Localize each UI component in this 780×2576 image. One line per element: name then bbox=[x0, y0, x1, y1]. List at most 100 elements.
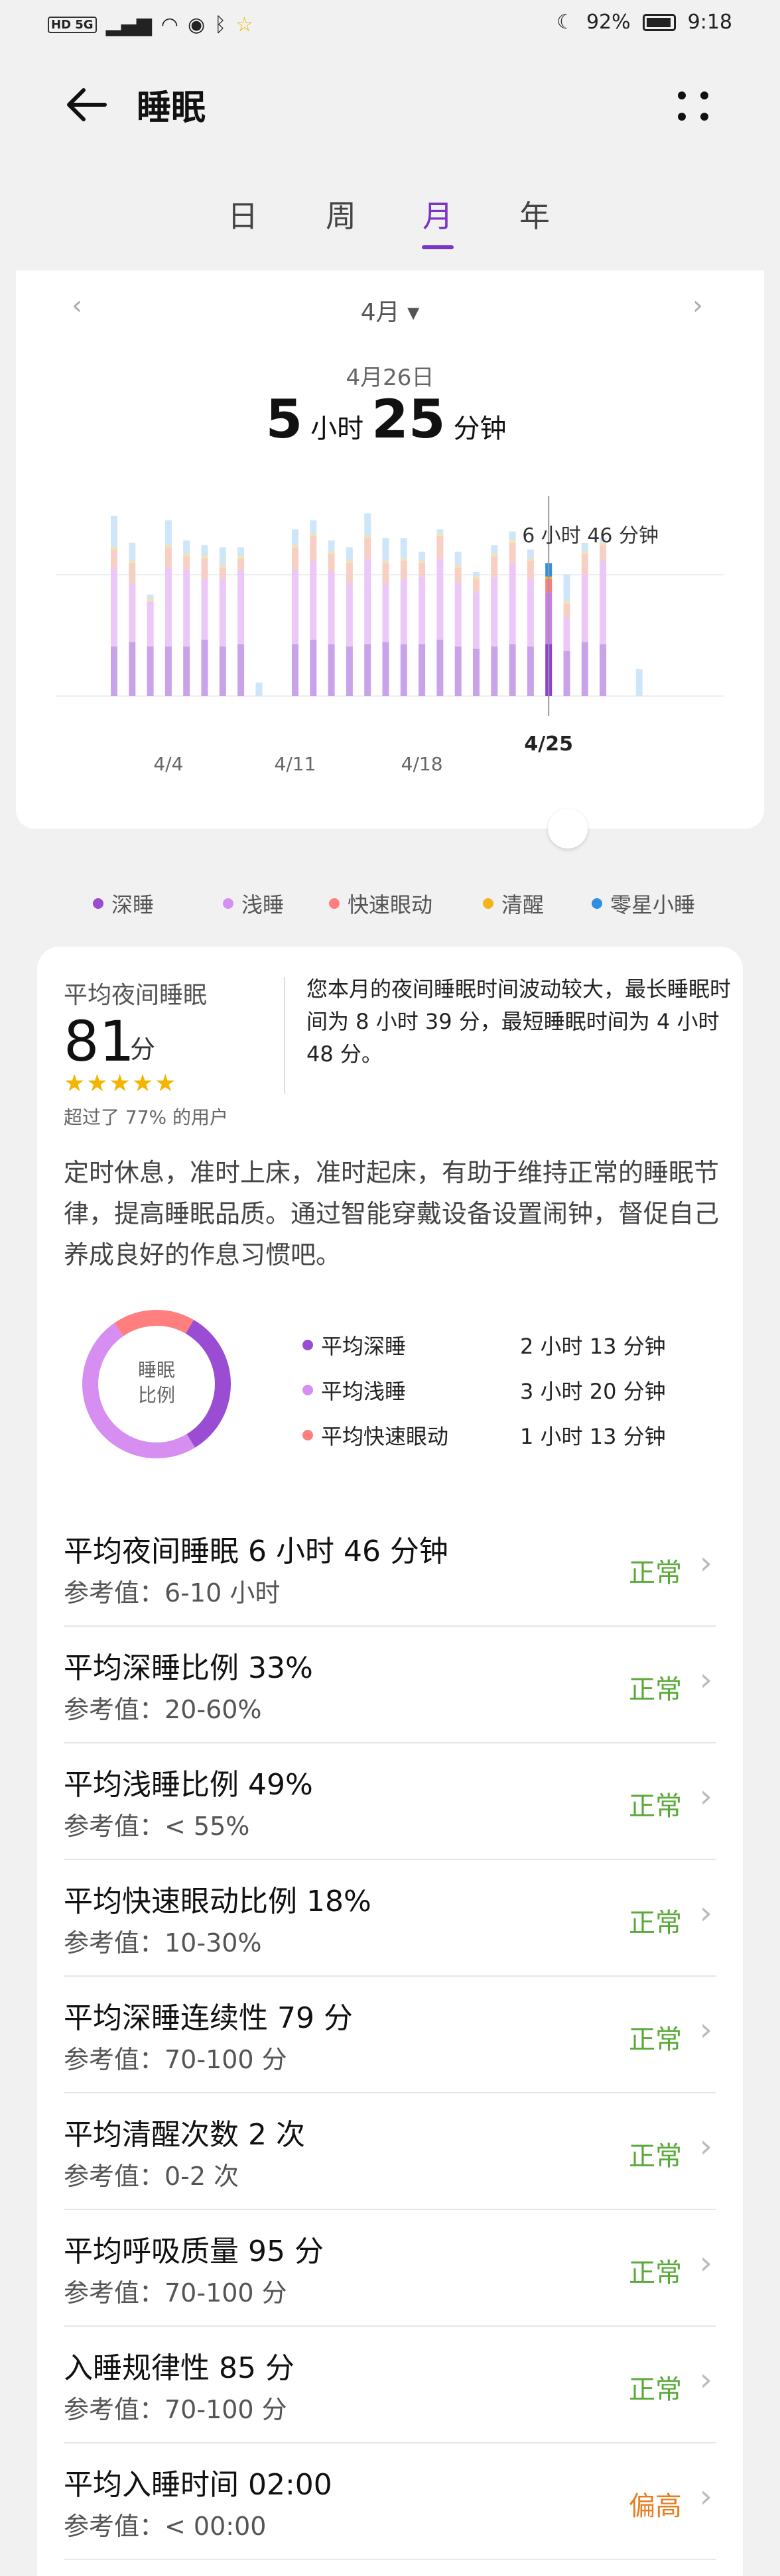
metric-reference: 参考值：6-10 小时 bbox=[64, 1578, 281, 1608]
bluetooth-icon: ᛒ bbox=[214, 13, 227, 36]
x-tick-label: 4/18 bbox=[401, 753, 443, 775]
legend-dot bbox=[483, 898, 493, 909]
battery-icon bbox=[642, 13, 676, 31]
chart-card: ‹ 4月 ▾ › 4月26日 5 小时 25 分钟 6 小时 46 分钟 4/25 4/4… bbox=[16, 270, 764, 829]
chart-bar-segment bbox=[164, 646, 172, 696]
percentile-text: 超过了 77% 的用户 bbox=[64, 1106, 229, 1128]
chart-bar-segment bbox=[237, 558, 245, 570]
chart-bar-segment bbox=[581, 574, 588, 642]
chart-bar-segment bbox=[400, 558, 407, 561]
chart-bar-segment bbox=[491, 545, 498, 554]
chart-bar-segment bbox=[419, 644, 426, 696]
ratio-label: 平均快速眼动 bbox=[321, 1424, 449, 1449]
next-month-button[interactable]: › bbox=[692, 290, 703, 321]
chart-bar-segment bbox=[310, 640, 317, 696]
month-selector[interactable]: 4月 ▾ bbox=[16, 293, 764, 327]
chart-bar-segment bbox=[328, 644, 335, 696]
ratio-dot bbox=[302, 1340, 313, 1350]
selected-date: 4月26日 bbox=[346, 365, 434, 391]
back-button[interactable] bbox=[64, 85, 110, 125]
metric-row[interactable]: 平均呼吸质量 95 分参考值：70-100 分 正常 › bbox=[64, 2210, 716, 2327]
clock: 9:18 bbox=[687, 11, 732, 34]
chart-bar-segment bbox=[183, 554, 190, 557]
chart-bar-segment bbox=[111, 567, 117, 647]
chart-bar-segment bbox=[328, 572, 335, 644]
chart-bar-segment bbox=[219, 567, 226, 579]
chart-bar-segment bbox=[219, 646, 226, 696]
metric-row[interactable]: 平均深睡连续性 79 分参考值：70-100 分 正常 › bbox=[64, 1977, 716, 2093]
chart-bar-segment bbox=[328, 554, 335, 572]
chart-bar-segment bbox=[111, 646, 117, 696]
legend-label: 深睡 bbox=[111, 892, 155, 917]
metric-row[interactable]: 平均深睡比例 33% 参考值：20-60% 正常 › bbox=[64, 1627, 716, 1743]
metric-reference: 参考值：< 00:00 bbox=[64, 2512, 267, 2541]
battery-percent: 92% bbox=[586, 11, 631, 34]
tab-indicator bbox=[422, 245, 454, 249]
minutes-unit: 分钟 bbox=[453, 414, 507, 444]
metric-row[interactable]: 平均快速眼动比例 18% 参考值：10-30% 正常 › bbox=[64, 1860, 716, 1977]
metric-row[interactable]: 入睡规律性 85 分参考值：70-100 分 正常 › bbox=[64, 2327, 716, 2443]
network-indicator: HD 5G bbox=[48, 17, 97, 33]
chart-bar-segment bbox=[201, 558, 208, 579]
more-button[interactable] bbox=[670, 82, 716, 129]
app-bar: 睡眠 bbox=[0, 50, 780, 156]
chart-bar-segment bbox=[219, 547, 226, 565]
summary-card: 平均夜间睡眠 81 分 ★★★★★ 超过了 77% 的用户 您本月的夜间睡眠时间… bbox=[37, 947, 743, 2576]
star-rating: ★★★★★ bbox=[64, 1070, 178, 1097]
signal-icon: ▂▄▆ bbox=[105, 13, 152, 36]
chevron-right-icon: › bbox=[699, 1778, 712, 1815]
chart-bar-segment bbox=[129, 542, 136, 561]
chart-bar-segment bbox=[509, 531, 516, 541]
chart-bar-segment bbox=[473, 576, 480, 579]
chart-bar-segment bbox=[364, 558, 371, 644]
tab-day[interactable]: 日 bbox=[216, 192, 269, 236]
chart-bar-segment bbox=[237, 644, 245, 696]
chart-bar-segment bbox=[382, 563, 389, 583]
chart-bar-segment bbox=[563, 601, 570, 604]
ratio-value-rem: 1 小时 13 分钟 bbox=[520, 1424, 666, 1449]
metric-row[interactable]: 平均夜间睡眠 6 小时 46 分钟 参考值：6-10 小时 正常 › bbox=[64, 1510, 716, 1627]
metric-reference: 参考值：20-60% bbox=[64, 1695, 262, 1724]
chart-bar-segment bbox=[527, 561, 534, 579]
metric-title: 平均浅睡比例 49% bbox=[64, 1768, 313, 1802]
tab-year[interactable]: 年 bbox=[508, 192, 561, 236]
ratio-value-light: 3 小时 20 分钟 bbox=[520, 1379, 666, 1404]
chart-bar-segment bbox=[364, 536, 371, 538]
selected-duration: 5 小时 25 分钟 bbox=[16, 388, 764, 450]
chart-bar-segment bbox=[310, 536, 317, 561]
metric-title: 平均清醒次数 2 次 bbox=[64, 2118, 305, 2152]
status-right: ☾ 92% 9:18 bbox=[556, 11, 732, 34]
tab-month[interactable]: 月 bbox=[411, 192, 464, 236]
chart-bar-segment bbox=[219, 565, 226, 568]
sleep-bar-chart[interactable]: 6 小时 46 分钟 4/25 4/4 4/11 4/18 bbox=[16, 483, 764, 801]
chart-bar-segment bbox=[346, 561, 353, 563]
legend-dot bbox=[223, 898, 233, 909]
chart-bar-segment bbox=[436, 640, 444, 696]
metric-row[interactable]: 平均浅睡比例 49% 参考值：< 55% 正常 › bbox=[64, 1743, 716, 1860]
metric-status: 正常 bbox=[629, 2258, 682, 2288]
metric-status: 偏高 bbox=[629, 2491, 682, 2522]
x-tick-label: 4/11 bbox=[275, 753, 316, 775]
chart-bar-segment bbox=[454, 646, 462, 696]
metric-row[interactable]: 平均入睡时间 02:00 参考值：< 00:00 偏高 › bbox=[64, 2443, 716, 2560]
chart-bar-segment bbox=[292, 569, 298, 644]
ratio-item-rem: 平均快速眼动 bbox=[302, 1420, 448, 1450]
metric-title: 入睡规律性 85 分 bbox=[64, 2351, 294, 2385]
tab-week[interactable]: 周 bbox=[314, 192, 367, 236]
chart-bar-segment bbox=[147, 599, 154, 602]
metric-row[interactable]: 平均清醒次数 2 次参考值：0-2 次 正常 › bbox=[64, 2093, 716, 2210]
highlight-date-label: 4/25 bbox=[524, 732, 573, 756]
chart-bar-segment bbox=[111, 547, 117, 550]
legend-dot bbox=[93, 898, 103, 909]
chart-bar-segment bbox=[183, 646, 190, 696]
sleep-score-unit: 分 bbox=[130, 1035, 156, 1064]
chart-scrubber-handle[interactable] bbox=[548, 809, 588, 849]
metric-title: 平均夜间睡眠 6 小时 46 分钟 bbox=[64, 1535, 448, 1568]
chart-bar-segment bbox=[581, 642, 588, 696]
chart-bar-segment bbox=[382, 561, 389, 563]
metric-reference: 参考值：70-100 分 bbox=[64, 2278, 287, 2308]
more-dots-icon bbox=[678, 91, 708, 121]
status-left: HD 5G ▂▄▆ ◠ ◉ ᛒ ☆ bbox=[48, 13, 253, 36]
legend-label: 零星小睡 bbox=[610, 892, 696, 917]
donut-center-label: 睡眠 比例 bbox=[77, 1358, 236, 1408]
